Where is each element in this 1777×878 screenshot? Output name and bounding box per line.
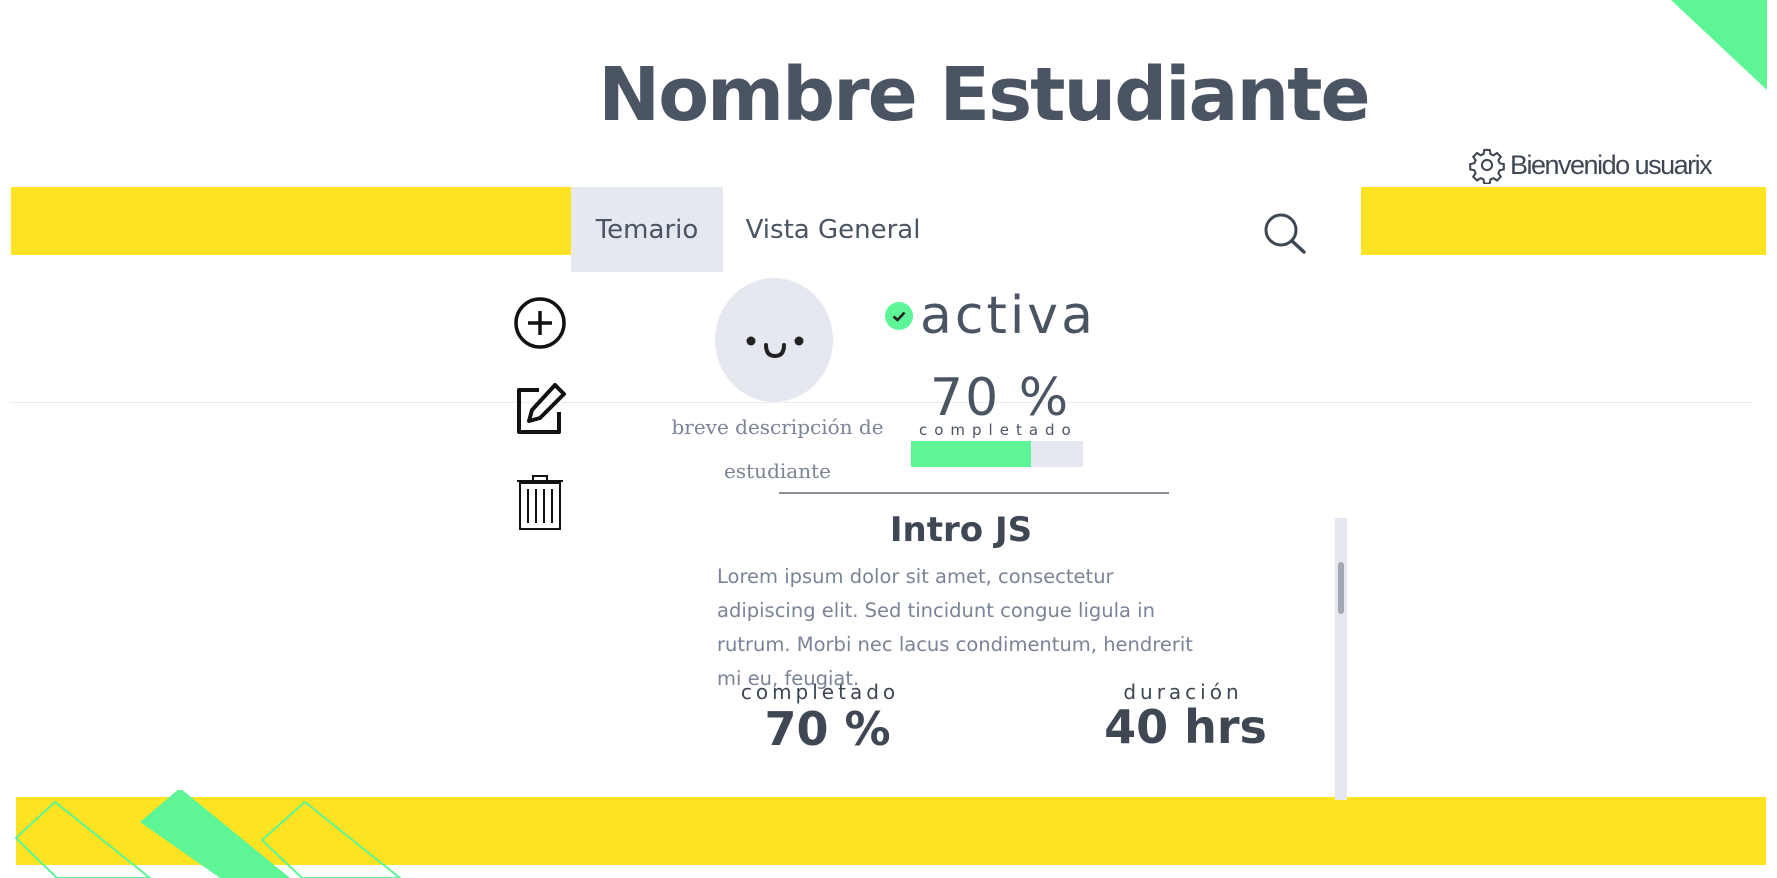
scrollbar-thumb[interactable] [1338,562,1344,614]
nav-band-right [1361,187,1766,255]
duration-value: 40 hrs [1104,700,1267,754]
progress-caption: completado [919,421,1078,439]
section-divider [779,492,1169,494]
scrollbar[interactable] [1335,518,1347,800]
progress-bar [911,441,1083,467]
completed-value: 70 % [764,702,891,756]
completed-label: completado [740,680,900,704]
diamond-decoration [14,790,402,878]
status-text: activa [920,286,1096,346]
welcome-text: Bienvenido usuarix [1510,149,1713,180]
progress-percent: 70 % [930,368,1071,428]
trash-icon[interactable] [511,473,569,531]
gear-icon [1469,148,1505,184]
page-title: Nombre Estudiante [598,52,1370,138]
welcome-user[interactable]: Bienvenido usuarix [1468,146,1713,184]
search-icon[interactable] [1261,211,1309,255]
progress-fill [911,441,1032,467]
nav-bar: Temario Vista General [571,187,1361,272]
plus-circle-icon[interactable] [511,294,569,352]
student-description: breve descripción de estudiante [671,415,884,483]
avatar [715,278,833,402]
course-title: Intro JS [889,510,1033,550]
tab-vista-general[interactable]: Vista General [733,187,933,272]
nav-band-left [11,187,571,255]
divider-line [10,402,1752,403]
status-indicator: activa [884,290,1096,342]
edit-icon[interactable] [511,380,569,438]
check-circle-icon [885,302,913,330]
tab-temario[interactable]: Temario [571,187,723,272]
course-description: Lorem ipsum dolor sit amet, consectetur … [717,565,1193,690]
